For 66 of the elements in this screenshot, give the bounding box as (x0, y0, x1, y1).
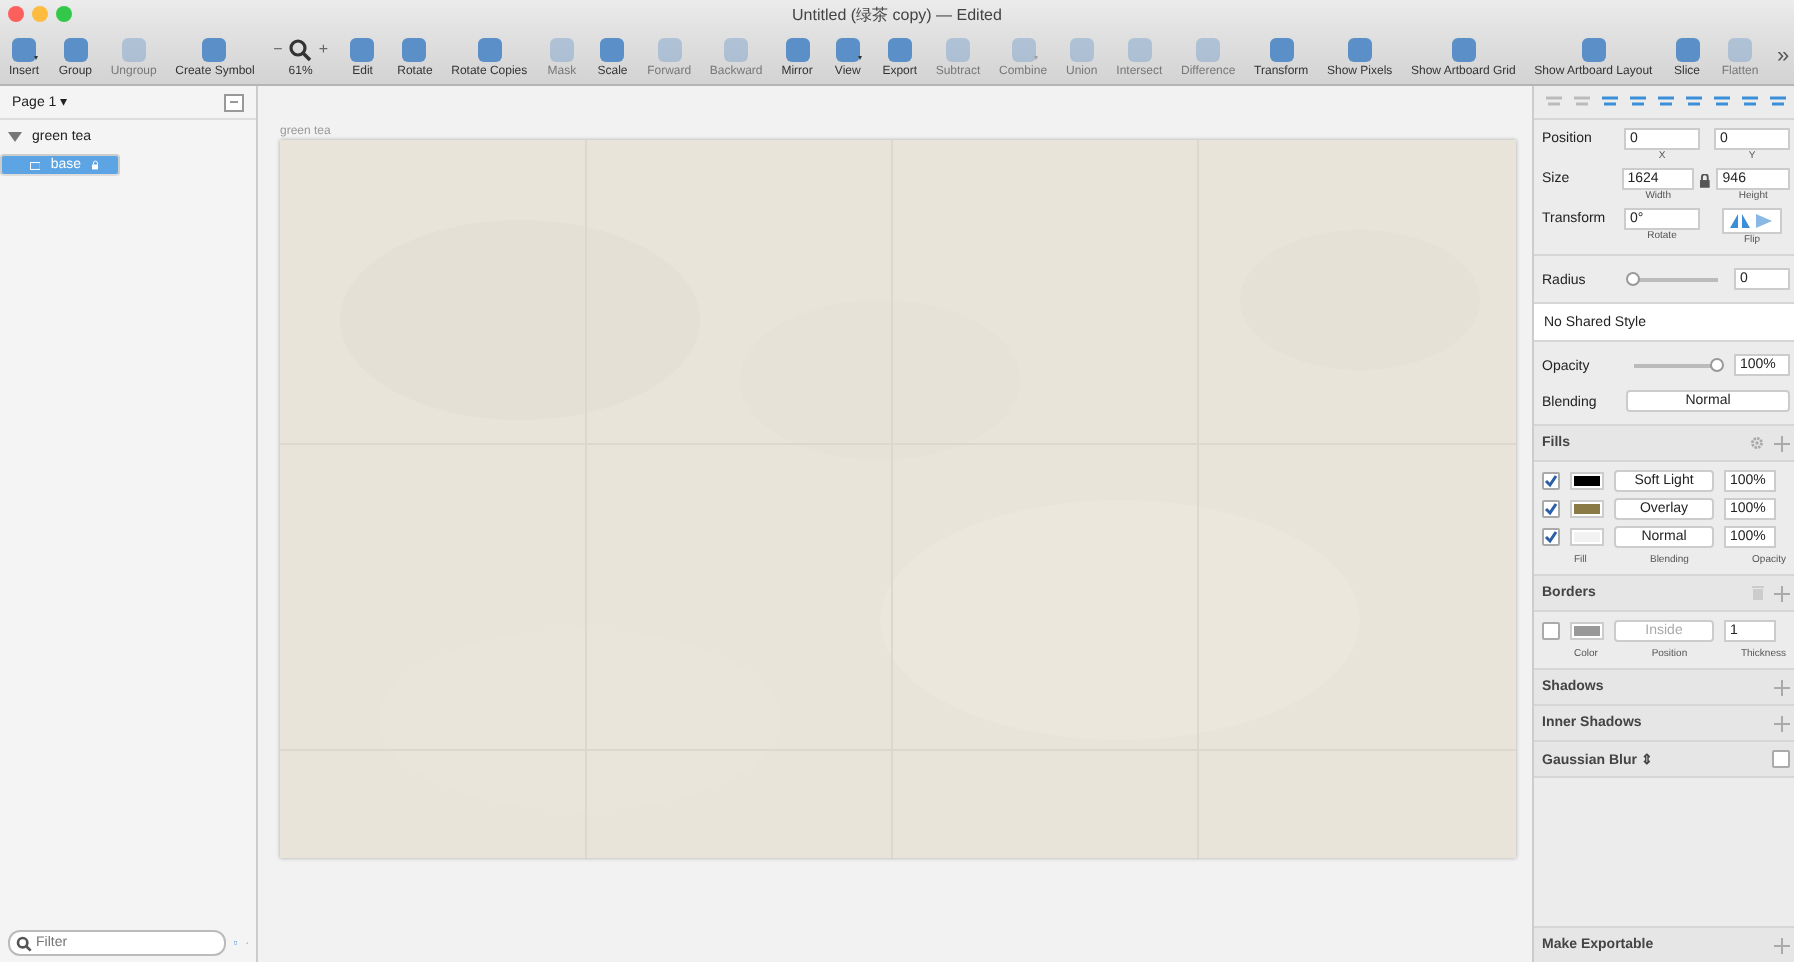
square-icon (1065, 35, 1098, 63)
zoom-button[interactable] (56, 6, 72, 22)
align-icon[interactable] (1686, 94, 1702, 110)
square-icon (781, 35, 814, 63)
square-icon (653, 35, 686, 63)
color-swatch[interactable] (1570, 528, 1604, 546)
align-icon[interactable] (1658, 94, 1674, 110)
color-swatch[interactable] (1570, 622, 1604, 640)
flip-vertical-icon[interactable] (1754, 214, 1774, 228)
add-icon[interactable] (1774, 937, 1790, 953)
square-icon (1577, 35, 1610, 63)
square-icon (1123, 35, 1156, 63)
fill-checkbox[interactable] (1542, 500, 1560, 518)
square-icon (1447, 35, 1480, 63)
square-icon (346, 35, 379, 63)
search-icon (16, 935, 32, 951)
gear-icon[interactable] (1750, 436, 1764, 450)
zoom-in-button[interactable]: + (318, 40, 328, 58)
panel-toggle-icon[interactable] (224, 93, 244, 111)
square-icon (1671, 35, 1704, 63)
color-swatch[interactable] (1570, 500, 1604, 518)
align-icon[interactable] (1742, 94, 1758, 110)
close-button[interactable] (8, 6, 24, 22)
zoom-out-button[interactable]: − (273, 40, 283, 58)
align-icon[interactable] (1602, 94, 1618, 110)
search-icon (288, 37, 313, 61)
trash-icon[interactable] (1752, 586, 1764, 600)
square-icon (398, 35, 431, 63)
lock-icon[interactable] (91, 156, 98, 174)
lock-icon[interactable] (1700, 174, 1711, 188)
more-button[interactable]: » (1776, 44, 1790, 68)
square-icon (117, 35, 150, 63)
align-icon[interactable] (1770, 94, 1786, 110)
square-icon (545, 35, 578, 63)
square-icon (1343, 35, 1376, 63)
disclosure-triangle-icon[interactable] (8, 131, 22, 143)
square-icon (59, 35, 92, 63)
align-icon[interactable] (1630, 94, 1646, 110)
square-icon (831, 35, 864, 63)
square-icon (198, 35, 231, 63)
color-swatch[interactable] (1570, 472, 1604, 490)
square-icon (720, 35, 753, 63)
square-icon (1724, 35, 1756, 63)
add-icon[interactable] (1774, 435, 1790, 451)
square-icon (1192, 35, 1225, 63)
square-icon (473, 35, 506, 63)
add-icon[interactable] (1774, 585, 1790, 601)
add-icon[interactable] (1774, 715, 1790, 731)
border-checkbox[interactable] (1542, 622, 1560, 640)
align-icon[interactable] (1714, 94, 1730, 110)
square-icon (1007, 35, 1040, 63)
square-icon (1265, 35, 1298, 63)
square-icon (596, 35, 629, 63)
square-icon (942, 35, 975, 63)
align-icon[interactable] (1574, 94, 1590, 110)
square-icon (8, 35, 40, 63)
rectangle-icon (30, 157, 41, 173)
align-icon[interactable] (1546, 94, 1562, 110)
window-title: Untitled (绿茶 copy) — Edited (792, 3, 1002, 25)
section-checkbox[interactable] (1772, 750, 1790, 768)
fill-checkbox[interactable] (1542, 472, 1560, 490)
add-icon[interactable] (1774, 679, 1790, 695)
minimize-button[interactable] (32, 6, 48, 22)
square-icon (883, 35, 916, 63)
flip-horizontal-icon[interactable] (1730, 214, 1750, 228)
fill-checkbox[interactable] (1542, 528, 1560, 546)
